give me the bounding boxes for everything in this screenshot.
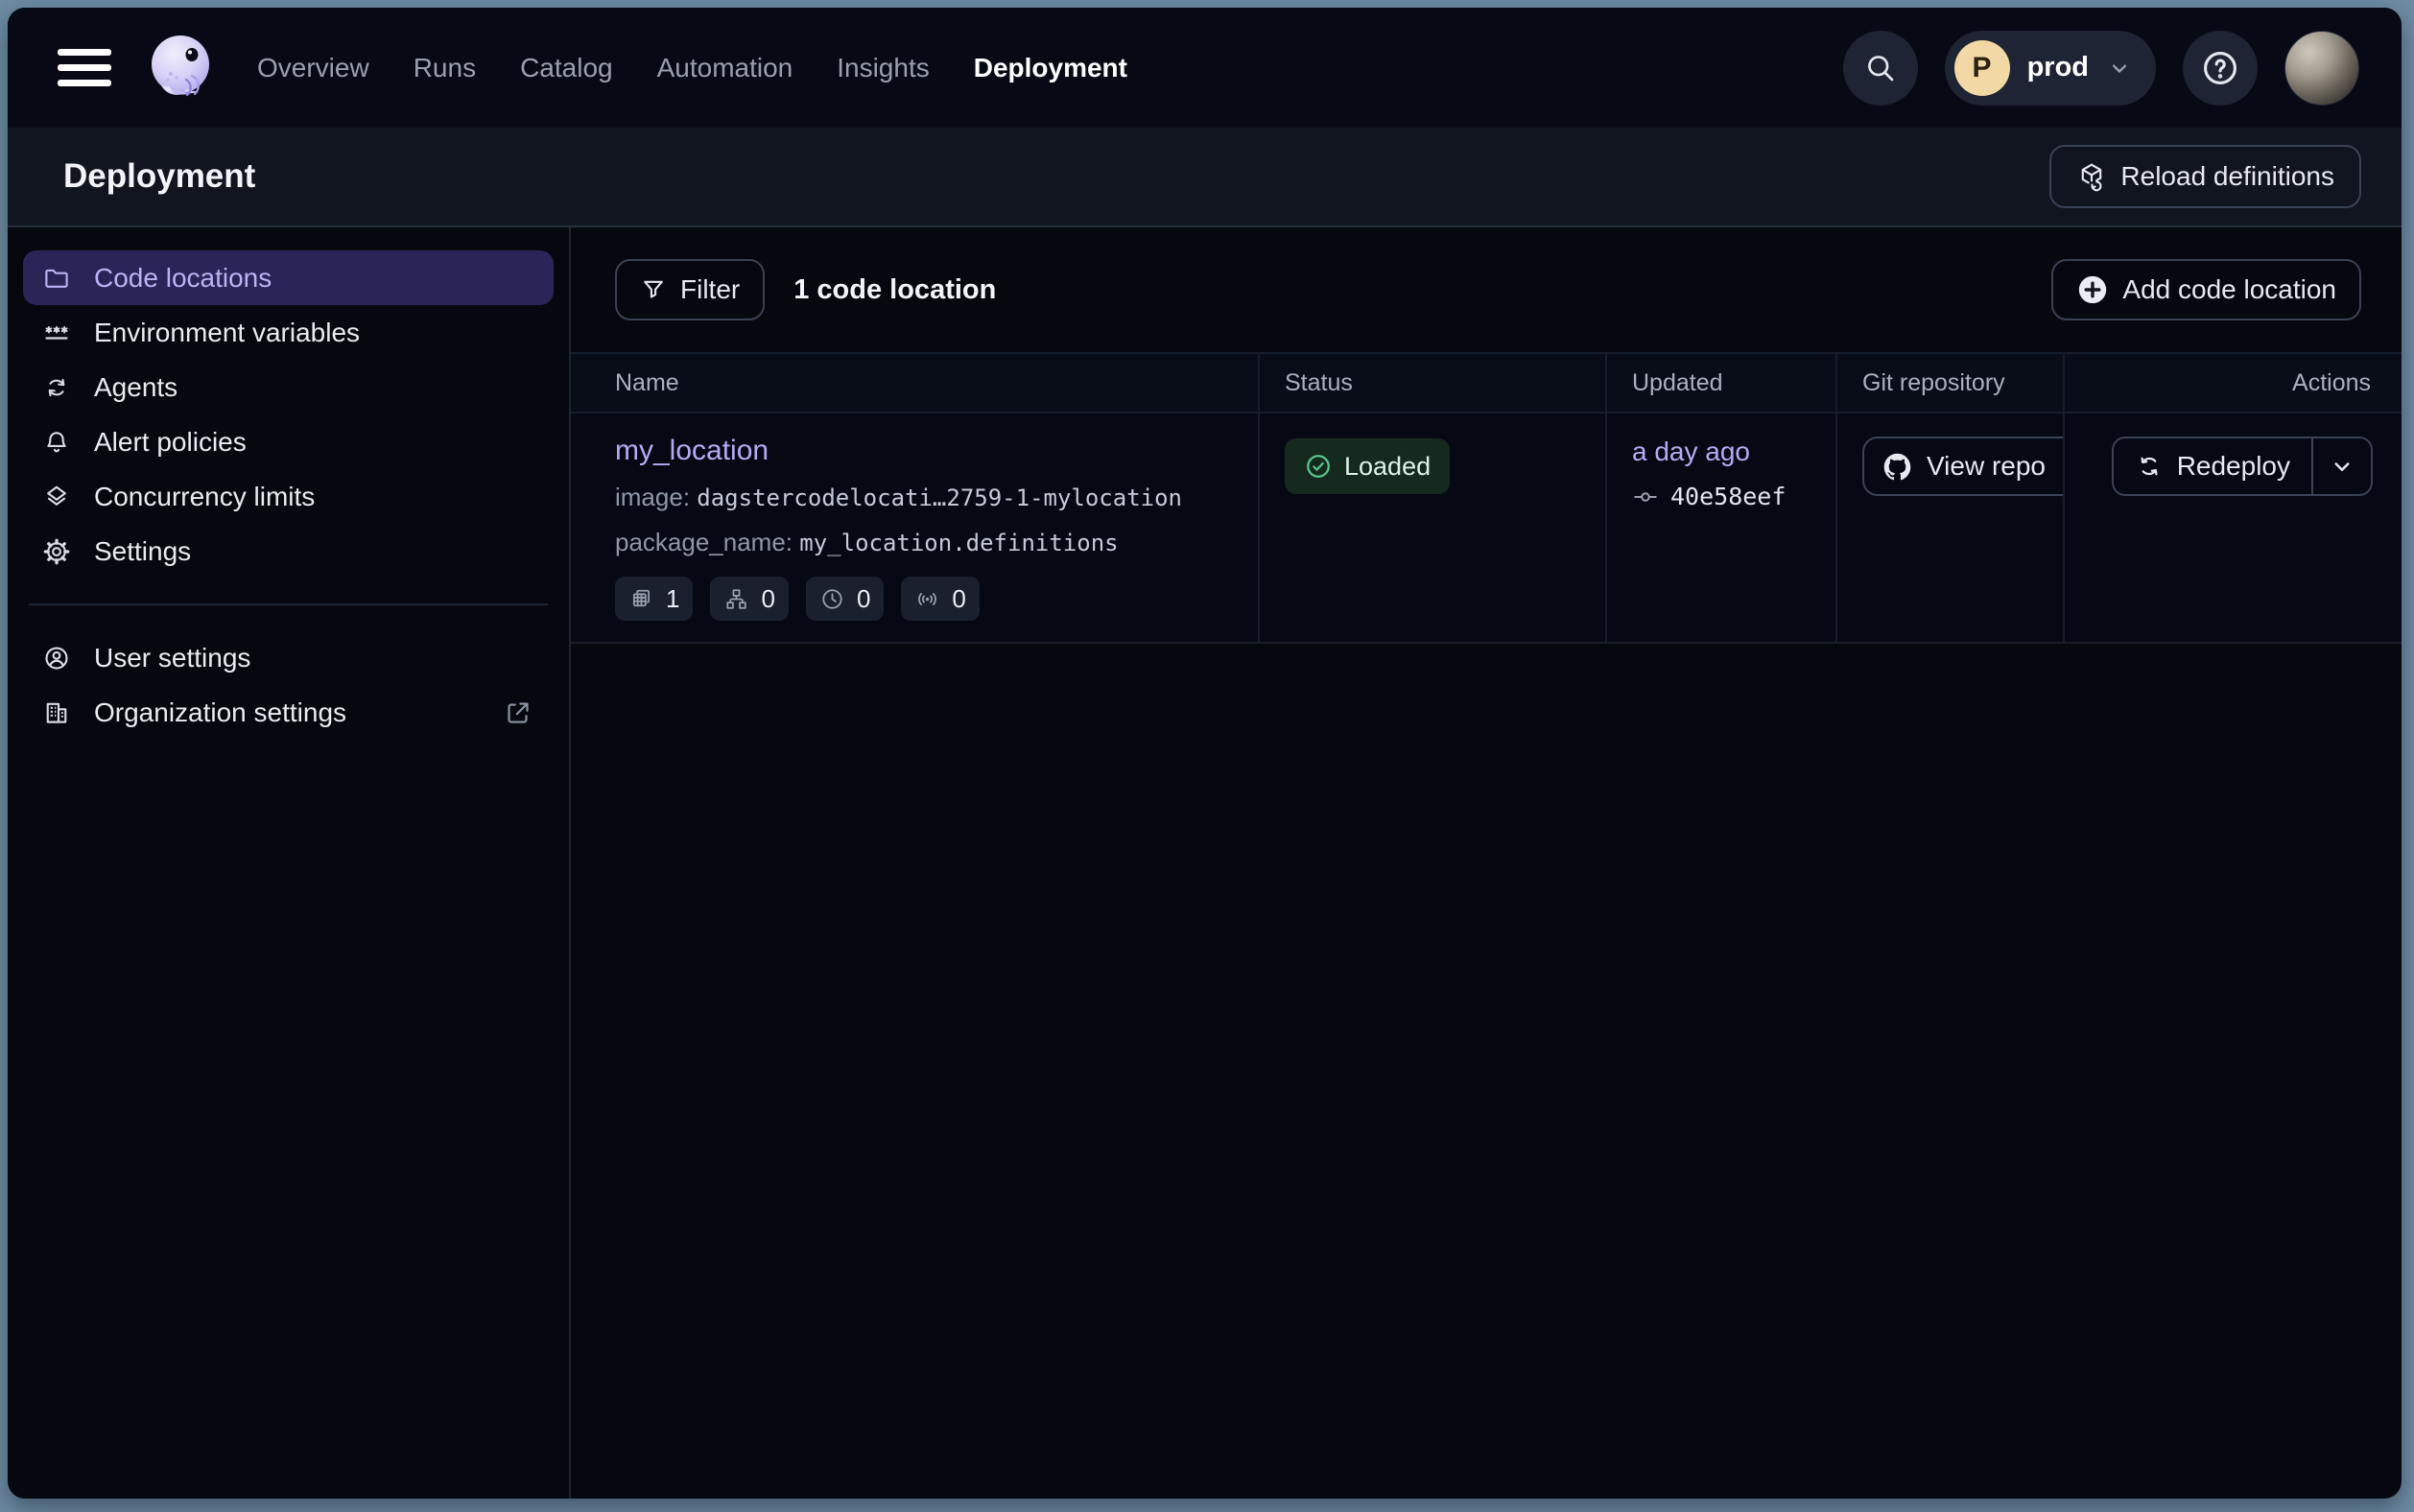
sidebar-item-label: Environment variables	[94, 318, 360, 348]
page-header: Deployment Reload definitions	[8, 128, 2402, 227]
updated-time-link[interactable]: a day ago	[1632, 437, 1750, 467]
schedules-count-badge[interactable]: 0	[806, 577, 884, 621]
sidebar-item-label: Alert policies	[94, 427, 247, 458]
sidebar-item-label: Settings	[94, 536, 191, 567]
search-button[interactable]	[1843, 31, 1918, 106]
sidebar-item-label: Concurrency limits	[94, 482, 315, 512]
user-circle-icon	[42, 644, 71, 673]
jobs-icon	[723, 586, 749, 612]
nav-item-runs[interactable]: Runs	[414, 53, 476, 83]
commit-hash: 40e58eef	[1670, 483, 1786, 510]
sidebar-item-label: Code locations	[94, 263, 272, 294]
actions-cell: Redeploy	[2063, 413, 2402, 642]
sensors-icon	[914, 586, 940, 612]
git-repository-cell: View repo	[1835, 413, 2063, 642]
sidebar-item-user-settings[interactable]: User settings	[23, 630, 554, 685]
app-window: Overview Runs Catalog Automation Insight…	[8, 8, 2402, 1499]
schedules-icon	[819, 586, 845, 612]
gear-icon	[42, 537, 71, 566]
org-initial-badge: P	[1954, 40, 2010, 96]
commit-info: 40e58eef	[1632, 483, 1810, 510]
primary-nav: Overview Runs Catalog Automation Insight…	[257, 53, 1127, 83]
layers-icon	[42, 483, 71, 511]
search-icon	[1863, 51, 1898, 85]
assets-icon	[628, 586, 654, 612]
folder-icon	[42, 264, 71, 293]
content-area: Code locations Environment variables	[8, 227, 2402, 1499]
sidebar-item-code-locations[interactable]: Code locations	[23, 250, 554, 305]
nav-item-overview[interactable]: Overview	[257, 53, 369, 83]
chevron-down-icon	[2106, 55, 2133, 82]
code-location-count: 1 code location	[793, 274, 996, 306]
top-navbar: Overview Runs Catalog Automation Insight…	[8, 8, 2402, 128]
updated-cell: a day ago 40e58eef	[1605, 413, 1835, 642]
sidebar-item-environment-variables[interactable]: Environment variables	[23, 305, 554, 360]
plus-circle-icon	[2076, 273, 2109, 306]
empty-area	[571, 644, 2402, 1499]
commit-icon	[1632, 484, 1659, 510]
sidebar-item-agents[interactable]: Agents	[23, 360, 554, 414]
jobs-count-badge[interactable]: 0	[710, 577, 788, 621]
redeploy-refresh-icon	[2135, 452, 2164, 481]
page-title: Deployment	[63, 157, 255, 196]
sensors-count-badge[interactable]: 0	[901, 577, 979, 621]
code-locations-main: Filter 1 code location Add code location…	[571, 227, 2402, 1499]
cycle-icon	[42, 373, 71, 402]
column-header-status: Status	[1258, 354, 1605, 412]
table-row: my_location image: dagstercodelocati…275…	[571, 413, 2402, 644]
definition-count-badges: 1 0	[615, 577, 1233, 621]
reload-definitions-button[interactable]: Reload definitions	[2049, 145, 2361, 208]
assets-count-badge[interactable]: 1	[615, 577, 693, 621]
sidebar-item-concurrency-limits[interactable]: Concurrency limits	[23, 469, 554, 524]
reload-definitions-icon	[2076, 161, 2107, 192]
sidebar-item-alert-policies[interactable]: Alert policies	[23, 414, 554, 469]
column-header-actions: Actions	[2063, 354, 2402, 412]
redeploy-split-button: Redeploy	[2112, 437, 2373, 496]
org-switcher[interactable]: P prod	[1945, 31, 2156, 106]
user-avatar[interactable]	[2284, 31, 2359, 106]
org-name: prod	[2027, 52, 2089, 83]
github-icon	[1882, 451, 1913, 483]
check-circle-icon	[1304, 452, 1333, 481]
bell-icon	[42, 428, 71, 457]
deployment-sidebar: Code locations Environment variables	[8, 227, 571, 1499]
env-vars-icon	[42, 319, 71, 347]
image-meta: image: dagstercodelocati…2759-1-mylocati…	[615, 483, 1233, 512]
hamburger-menu-icon[interactable]	[58, 49, 111, 87]
nav-item-deployment[interactable]: Deployment	[974, 53, 1127, 83]
help-button[interactable]	[2183, 31, 2258, 106]
code-locations-toolbar: Filter 1 code location Add code location	[571, 227, 2402, 352]
sidebar-item-label: Organization settings	[94, 697, 346, 728]
dagster-logo-icon[interactable]	[142, 30, 219, 106]
sidebar-divider	[29, 603, 548, 605]
table-header: Name Status Updated Git repository Actio…	[571, 352, 2402, 413]
status-cell: Loaded	[1258, 413, 1605, 642]
code-location-link[interactable]: my_location	[615, 435, 769, 467]
package-meta: package_name: my_location.definitions	[615, 528, 1233, 557]
external-link-icon	[504, 698, 532, 727]
status-badge: Loaded	[1285, 438, 1450, 494]
sidebar-item-organization-settings[interactable]: Organization settings	[23, 685, 554, 740]
help-icon	[2199, 47, 2241, 89]
nav-item-automation[interactable]: Automation	[657, 53, 793, 83]
filter-button[interactable]: Filter	[615, 259, 765, 320]
column-header-name: Name	[571, 354, 1258, 412]
redeploy-more-button[interactable]	[2313, 438, 2371, 494]
column-header-git-repository: Git repository	[1835, 354, 2063, 412]
name-cell: my_location image: dagstercodelocati…275…	[571, 413, 1258, 642]
column-header-updated: Updated	[1605, 354, 1835, 412]
nav-item-insights[interactable]: Insights	[837, 53, 930, 83]
nav-item-catalog[interactable]: Catalog	[520, 53, 613, 83]
filter-icon	[640, 276, 667, 303]
redeploy-button[interactable]: Redeploy	[2114, 438, 2311, 494]
building-icon	[42, 698, 71, 727]
view-repo-button[interactable]: View repo	[1862, 437, 2063, 496]
sidebar-item-label: Agents	[94, 372, 178, 403]
sidebar-item-label: User settings	[94, 643, 250, 673]
chevron-down-icon	[2328, 452, 2356, 481]
add-code-location-button[interactable]: Add code location	[2051, 259, 2361, 320]
sidebar-item-settings[interactable]: Settings	[23, 524, 554, 579]
